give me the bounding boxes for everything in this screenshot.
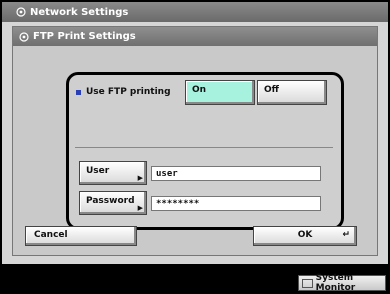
user-button[interactable]: User ▶ — [79, 161, 147, 185]
password-button-label: Password — [86, 196, 135, 206]
user-field[interactable]: user — [151, 166, 321, 181]
title-bar: Network Settings — [2, 2, 388, 22]
password-button[interactable]: Password ▶ — [79, 191, 147, 215]
arrow-right-icon: ▶ — [137, 204, 143, 212]
monitor-icon — [302, 278, 313, 288]
ftp-on-button[interactable]: On — [185, 80, 255, 105]
settings-icon — [19, 31, 29, 42]
cancel-button[interactable]: Cancel — [25, 226, 137, 246]
arrow-right-icon: ▶ — [137, 174, 143, 182]
ok-button[interactable]: OK ↵ — [253, 226, 357, 246]
screen: Network Settings FTP Print Settings Use … — [2, 2, 388, 264]
system-monitor-button[interactable]: System Monitor — [298, 273, 386, 293]
divider — [75, 147, 333, 148]
ftp-settings-panel: FTP Print Settings Use FTP printing On O… — [12, 26, 378, 256]
use-ftp-text: Use FTP printing — [86, 87, 171, 97]
password-field[interactable]: ******** — [151, 196, 321, 211]
bullet-icon — [76, 89, 81, 95]
footer-bar: Cancel OK ↵ — [13, 226, 377, 255]
ok-button-label: OK — [297, 230, 313, 240]
use-ftp-label: Use FTP printing — [76, 87, 171, 97]
taskbar: System Monitor — [0, 266, 390, 294]
panel-title: FTP Print Settings — [33, 31, 136, 42]
panel-title-bar: FTP Print Settings — [13, 27, 377, 46]
window-title: Network Settings — [30, 6, 129, 18]
user-button-label: User — [86, 166, 110, 176]
enter-icon: ↵ — [342, 230, 350, 240]
settings-group: Use FTP printing On Off User ▶ user Pass… — [66, 72, 344, 230]
ftp-off-button[interactable]: Off — [257, 80, 327, 105]
system-monitor-label: System Monitor — [315, 273, 356, 293]
settings-icon — [16, 7, 26, 17]
